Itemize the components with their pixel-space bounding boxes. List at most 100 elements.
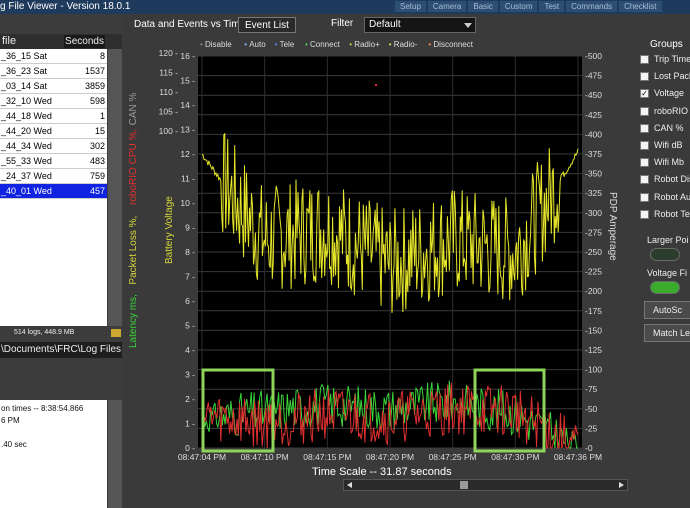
group-item[interactable]: Robot Dis (640, 174, 690, 187)
checkbox[interactable] (640, 209, 649, 219)
file-name: _36_15 Sat (1, 51, 48, 61)
file-column-header[interactable]: file (2, 35, 16, 47)
file-seconds: 15 (94, 126, 105, 136)
left-tick-label: 16 - (180, 51, 195, 61)
legend-marker: • (305, 40, 308, 49)
top-tab[interactable]: Setup (395, 1, 426, 12)
file-seconds: 759 (89, 171, 105, 181)
extra-left-tick-label: 120 - (159, 48, 179, 58)
file-row[interactable]: _36_15 Sat 8 (0, 49, 107, 64)
window-title: g File Viewer - Version 18.0.1 (0, 1, 131, 12)
group-label: CAN % (654, 122, 684, 133)
right-tick-label: -25 (585, 423, 598, 433)
group-item[interactable]: roboRIO C (640, 106, 690, 119)
legend-marker: • (349, 40, 352, 49)
file-name: _55_33 Wed (1, 156, 52, 166)
autoscale-button[interactable]: AutoSc (644, 301, 690, 319)
groups-title: Groups (650, 39, 683, 50)
scroll-thumb[interactable] (460, 481, 468, 489)
scroll-right-icon[interactable] (619, 482, 624, 488)
checkbox[interactable] (640, 192, 649, 202)
legend-label: Disable (205, 40, 232, 49)
file-row[interactable]: _24_37 Wed 759 (0, 169, 107, 184)
legend-label: Auto (249, 40, 266, 49)
chart-svg: -0-25-50-75-100-125-150-175-200-225-250-… (128, 40, 618, 462)
scroll-left-icon[interactable] (347, 482, 352, 488)
left-axis-label: Latency ms, (128, 294, 139, 348)
group-item[interactable]: Lost Pack (640, 71, 690, 84)
left-tick-label: 8 - (185, 247, 195, 257)
legend-label: Radio- (394, 40, 418, 49)
left-tick-label: 9 - (185, 223, 195, 233)
time-scrollbar[interactable] (343, 479, 628, 491)
file-seconds: 3859 (84, 81, 105, 91)
log-path[interactable]: \Documents\FRC\Log Files (0, 342, 122, 358)
info-line: .40 sec (1, 440, 27, 449)
legend-marker: • (428, 40, 431, 49)
file-row[interactable]: _32_10 Wed 598 (0, 94, 107, 109)
checkbox[interactable] (640, 158, 649, 168)
group-label: Trip Time (654, 54, 690, 64)
checkbox[interactable] (640, 72, 649, 82)
match-length-button[interactable]: Match Le (644, 324, 690, 342)
file-name: _24_37 Wed (1, 171, 52, 181)
group-item[interactable]: CAN % (640, 123, 690, 136)
file-row-selected[interactable]: _40_01 Wed 457 (0, 184, 107, 199)
checkbox[interactable] (640, 55, 649, 64)
folder-icon[interactable] (111, 329, 121, 337)
top-tab[interactable]: Basic (468, 1, 498, 12)
top-tab[interactable]: Camera (427, 1, 467, 12)
group-item[interactable]: Trip Time (640, 54, 690, 67)
checkbox[interactable] (640, 141, 649, 150)
checkbox-checked[interactable]: ✓ (640, 89, 649, 99)
filter-value: Default (369, 19, 401, 30)
group-item[interactable]: Wifi dB (640, 140, 690, 153)
group-label: Robot Dis (654, 174, 690, 185)
file-row[interactable]: _55_33 Wed 483 (0, 154, 107, 169)
left-tick-label: 5 - (185, 321, 195, 331)
top-tab[interactable]: Test (539, 1, 565, 12)
group-label: Wifi Mb (654, 157, 684, 168)
group-label: Voltage (654, 88, 685, 99)
right-tick-label: -100 (585, 365, 602, 375)
checkbox[interactable] (640, 106, 649, 116)
right-tick-label: -350 (585, 169, 602, 179)
filter-dropdown[interactable]: Default (364, 17, 476, 33)
right-axis-label: PDP Amperage (607, 192, 618, 261)
file-row[interactable]: _36_23 Sat 1537 (0, 64, 107, 79)
time-tick-label: 08:47:25 PM (429, 452, 477, 462)
legend-label: Tele (280, 40, 295, 49)
group-label: roboRIO C (654, 105, 690, 116)
checkbox[interactable] (640, 123, 649, 133)
file-row[interactable]: _44_20 Wed 15 (0, 124, 107, 139)
larger-points-label: Larger Poi (647, 235, 689, 245)
group-item[interactable]: Robot Au (640, 192, 690, 205)
info-scrollbar[interactable] (108, 400, 122, 508)
file-seconds: 1537 (84, 66, 105, 76)
larger-points-toggle[interactable] (650, 248, 680, 261)
file-row[interactable]: _03_14 Sat 3859 (0, 79, 107, 94)
group-label: Lost Pack (654, 71, 690, 82)
top-tab[interactable]: Commands (566, 1, 618, 12)
voltage-filter-toggle[interactable] (650, 281, 680, 294)
tab-data-events[interactable]: Data and Events vs Time (128, 17, 252, 33)
group-item[interactable]: Wifi Mb (640, 157, 690, 170)
top-tab[interactable]: Checklist (619, 1, 662, 12)
group-item[interactable]: ✓ Voltage (640, 88, 690, 101)
left-axis-label: Battery Voltage (164, 196, 175, 264)
tab-event-list[interactable]: Event List (238, 17, 296, 33)
top-tab[interactable]: Custom (499, 1, 538, 12)
checkbox[interactable] (640, 175, 649, 185)
group-label: Robot Au (654, 191, 690, 202)
extra-left-tick-label: 105 - (159, 107, 179, 117)
file-row[interactable]: _44_34 Wed 302 (0, 139, 107, 154)
seconds-column-header[interactable]: Seconds (64, 35, 105, 48)
legend-marker: • (244, 40, 247, 49)
right-tick-label: -400 (585, 129, 602, 139)
left-tick-label: 13 - (180, 125, 195, 135)
right-tick-label: -500 (585, 51, 602, 61)
time-tick-label: 08:47:04 PM (178, 452, 226, 462)
file-row[interactable]: _44_18 Wed 1 (0, 109, 107, 124)
group-item[interactable]: Robot Te (640, 209, 690, 222)
file-list-scrollbar[interactable] (108, 49, 122, 326)
